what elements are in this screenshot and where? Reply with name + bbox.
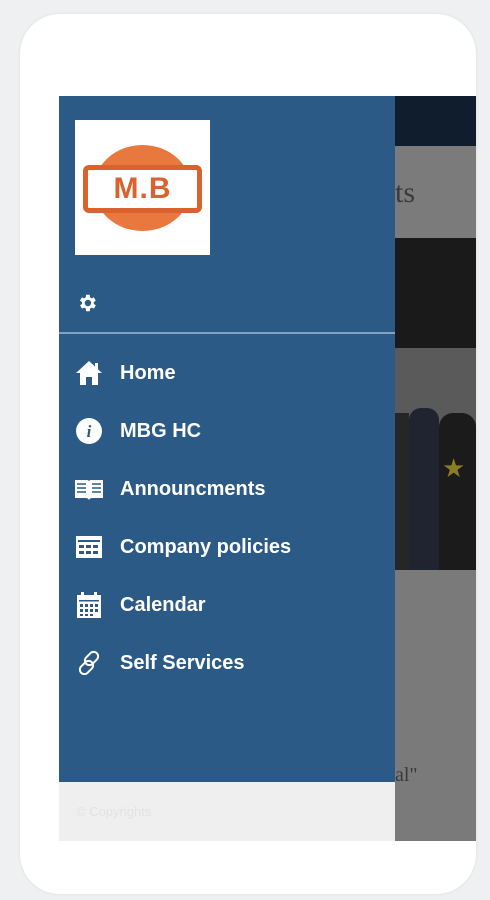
background-header-text: ts bbox=[395, 176, 416, 209]
table-icon bbox=[74, 532, 104, 562]
menu-item-label: Announcments bbox=[120, 477, 266, 500]
background-team-photo: ★ bbox=[395, 238, 476, 570]
navigation-drawer: M.B Home i MBG HC Announcments Company p… bbox=[59, 96, 395, 841]
star-icon: ★ bbox=[442, 453, 466, 483]
photo-person bbox=[439, 413, 476, 570]
drawer-menu: Home i MBG HC Announcments Company polic… bbox=[59, 344, 395, 692]
photo-ceiling bbox=[395, 238, 476, 348]
drawer-footer: © Copyrights bbox=[59, 782, 395, 841]
calendar-icon bbox=[74, 590, 104, 620]
menu-item-label: Company policies bbox=[120, 535, 292, 558]
link-icon bbox=[74, 648, 104, 678]
menu-item-label: Self Services bbox=[120, 651, 245, 674]
menu-item-mbg-hc[interactable]: i MBG HC bbox=[59, 402, 395, 460]
logo-plate: M.B bbox=[83, 165, 202, 213]
menu-item-self-services[interactable]: Self Services bbox=[59, 634, 395, 692]
home-icon bbox=[74, 358, 104, 388]
company-logo: M.B bbox=[75, 120, 210, 255]
menu-item-label: Calendar bbox=[120, 593, 206, 616]
menu-item-label: MBG HC bbox=[120, 419, 202, 442]
drawer-divider bbox=[59, 332, 395, 334]
menu-item-company-policies[interactable]: Company policies bbox=[59, 518, 395, 576]
svg-text:i: i bbox=[87, 422, 92, 441]
info-icon: i bbox=[74, 416, 104, 446]
book-icon bbox=[74, 474, 104, 504]
logo-text: M.B bbox=[113, 172, 172, 205]
app-screen: ts ★ al" M.B Home i MBG HC Announcments … bbox=[59, 96, 476, 841]
menu-item-announcments[interactable]: Announcments bbox=[59, 460, 395, 518]
photo-person bbox=[409, 408, 439, 570]
menu-item-label: Home bbox=[120, 361, 176, 384]
background-quote-text: al" bbox=[395, 764, 418, 786]
photo-person bbox=[395, 413, 409, 570]
gear-icon[interactable] bbox=[74, 290, 100, 316]
background-content bbox=[395, 570, 476, 841]
phone-frame: ts ★ al" M.B Home i MBG HC Announcments … bbox=[20, 14, 476, 894]
copyright-text: © Copyrights bbox=[76, 804, 152, 819]
menu-item-calendar[interactable]: Calendar bbox=[59, 576, 395, 634]
menu-item-home[interactable]: Home bbox=[59, 344, 395, 402]
